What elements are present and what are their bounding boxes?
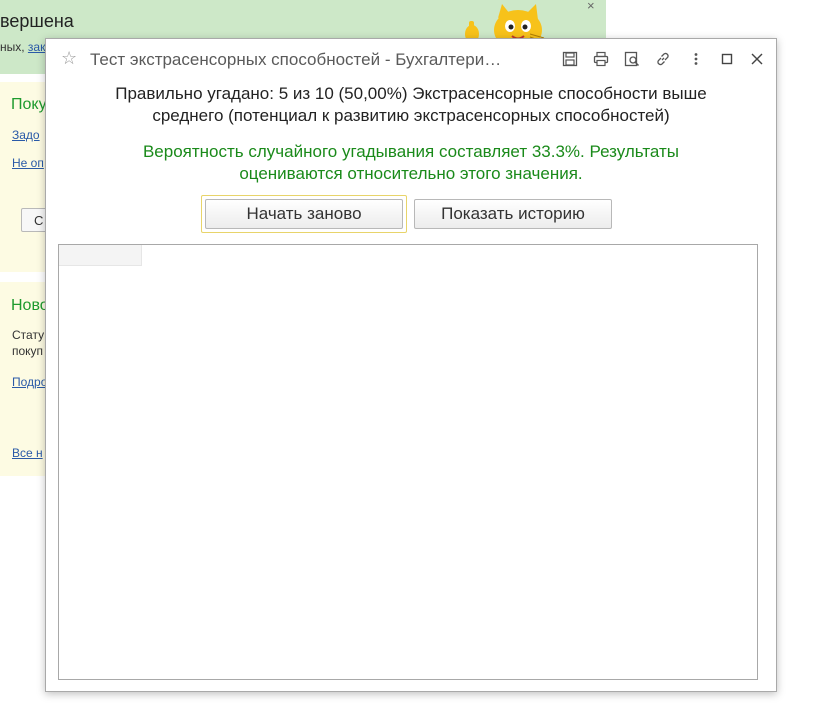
favorite-star-icon[interactable]: ☆ [61, 48, 77, 69]
more-icon[interactable] [688, 51, 704, 67]
show-history-button[interactable]: Показать историю [414, 199, 612, 229]
banner-subtext-label: ных, [0, 40, 28, 54]
restart-button[interactable]: Начать заново [205, 199, 403, 229]
probability-message: Вероятность случайного угадывания состав… [46, 141, 776, 185]
panel-text: покуп [12, 344, 44, 358]
banner-title: вершена [0, 11, 74, 31]
results-table[interactable] [58, 244, 758, 680]
result-line-1: Правильно угадано: 5 из 10 (50,00%) Экст… [115, 84, 707, 103]
probability-line-1: Вероятность случайного угадывания состав… [142, 142, 680, 161]
probability-line-2: оцениваются относительно этого значения. [239, 164, 583, 183]
panel-link[interactable]: Задо [12, 128, 40, 142]
table-header-cell [59, 245, 142, 266]
close-icon[interactable] [749, 51, 765, 67]
panel-link[interactable]: Подро [12, 375, 47, 389]
result-line-2: среднего (потенциал к развитию экстрасен… [152, 106, 670, 125]
link-icon[interactable] [655, 51, 671, 67]
preview-icon[interactable] [624, 51, 640, 67]
maximize-icon[interactable] [719, 51, 735, 67]
banner-close-icon[interactable]: × [587, 0, 595, 13]
panel-link[interactable]: Не оп [12, 156, 44, 170]
panel-heading: Поку [11, 96, 47, 113]
result-message: Правильно угадано: 5 из 10 (50,00%) Экст… [46, 83, 776, 127]
bg-panel-news: Ново Стату покуп Подро Все н [0, 282, 49, 476]
panel-heading: Ново [11, 297, 49, 314]
esp-test-dialog: ☆ Тест экстрасенсорных способностей - Бу… [45, 38, 777, 692]
dialog-titlebar[interactable]: ☆ Тест экстрасенсорных способностей - Бу… [46, 39, 776, 79]
bg-panel-purchases: Поку Задо Не оп [0, 82, 47, 272]
banner-subtext: ных, зак [0, 40, 45, 54]
panel-text: Стату [12, 328, 45, 342]
banner-link[interactable]: зак [28, 40, 45, 54]
dialog-title: Тест экстрасенсорных способностей - Бухг… [90, 50, 502, 69]
print-icon[interactable] [593, 51, 609, 67]
panel-link[interactable]: Все н [12, 446, 43, 460]
save-icon[interactable] [562, 51, 578, 67]
